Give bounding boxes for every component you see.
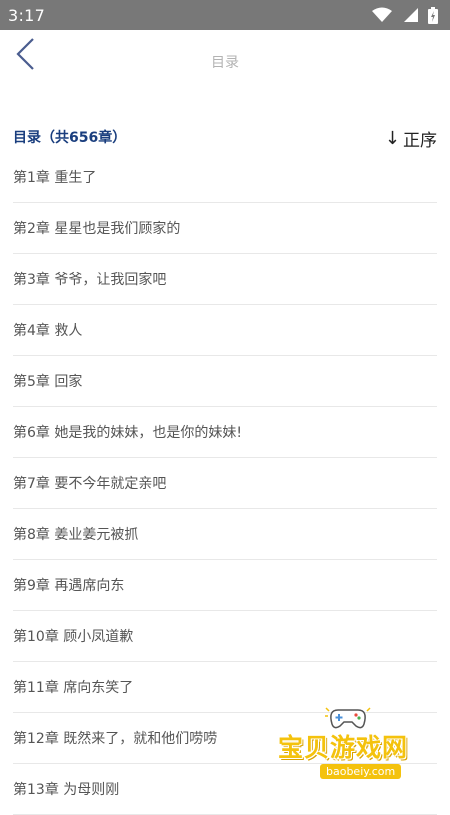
watermark-text: 宝贝游戏网 — [278, 733, 409, 762]
chapter-item[interactable]: 第1章 重生了 — [13, 152, 437, 203]
chapter-item[interactable]: 第10章 顾小凤道歉 — [13, 611, 437, 662]
chapter-item[interactable]: 第5章 回家 — [13, 356, 437, 407]
chapter-item[interactable]: 第4章 救人 — [13, 305, 437, 356]
status-time: 3:17 — [8, 5, 46, 25]
chapter-item[interactable]: 第6章 她是我的妹妹，也是你的妹妹! — [13, 407, 437, 458]
chapter-item[interactable]: 第7章 要不今年就定亲吧 — [13, 458, 437, 509]
app-header: 目录 — [0, 30, 450, 92]
watermark-domain: baobeiy.com — [320, 764, 402, 779]
chapter-item[interactable]: 第8章 姜业姜元被抓 — [13, 509, 437, 560]
chapter-count-label: 目录（共656章） — [13, 130, 127, 146]
wifi-icon — [372, 7, 392, 23]
chapter-item[interactable]: 第3章 爷爷，让我回家吧 — [13, 254, 437, 305]
status-bar: 3:17 — [0, 0, 450, 30]
arrow-down-icon: ↓ — [384, 128, 400, 149]
chapter-item[interactable]: 第9章 再遇席向东 — [13, 560, 437, 611]
page-title: 目录 — [211, 55, 239, 71]
sort-order-label: 正序 — [403, 131, 437, 151]
chapter-item[interactable]: 第2章 星星也是我们顾家的 — [13, 203, 437, 254]
watermark-logo: 宝贝游戏网 baobeiy.com — [272, 700, 444, 782]
battery-icon — [428, 6, 438, 24]
cellular-signal-icon — [402, 7, 418, 23]
sort-order-toggle[interactable]: ↓ 正序 — [385, 126, 437, 151]
status-icons — [372, 6, 438, 24]
